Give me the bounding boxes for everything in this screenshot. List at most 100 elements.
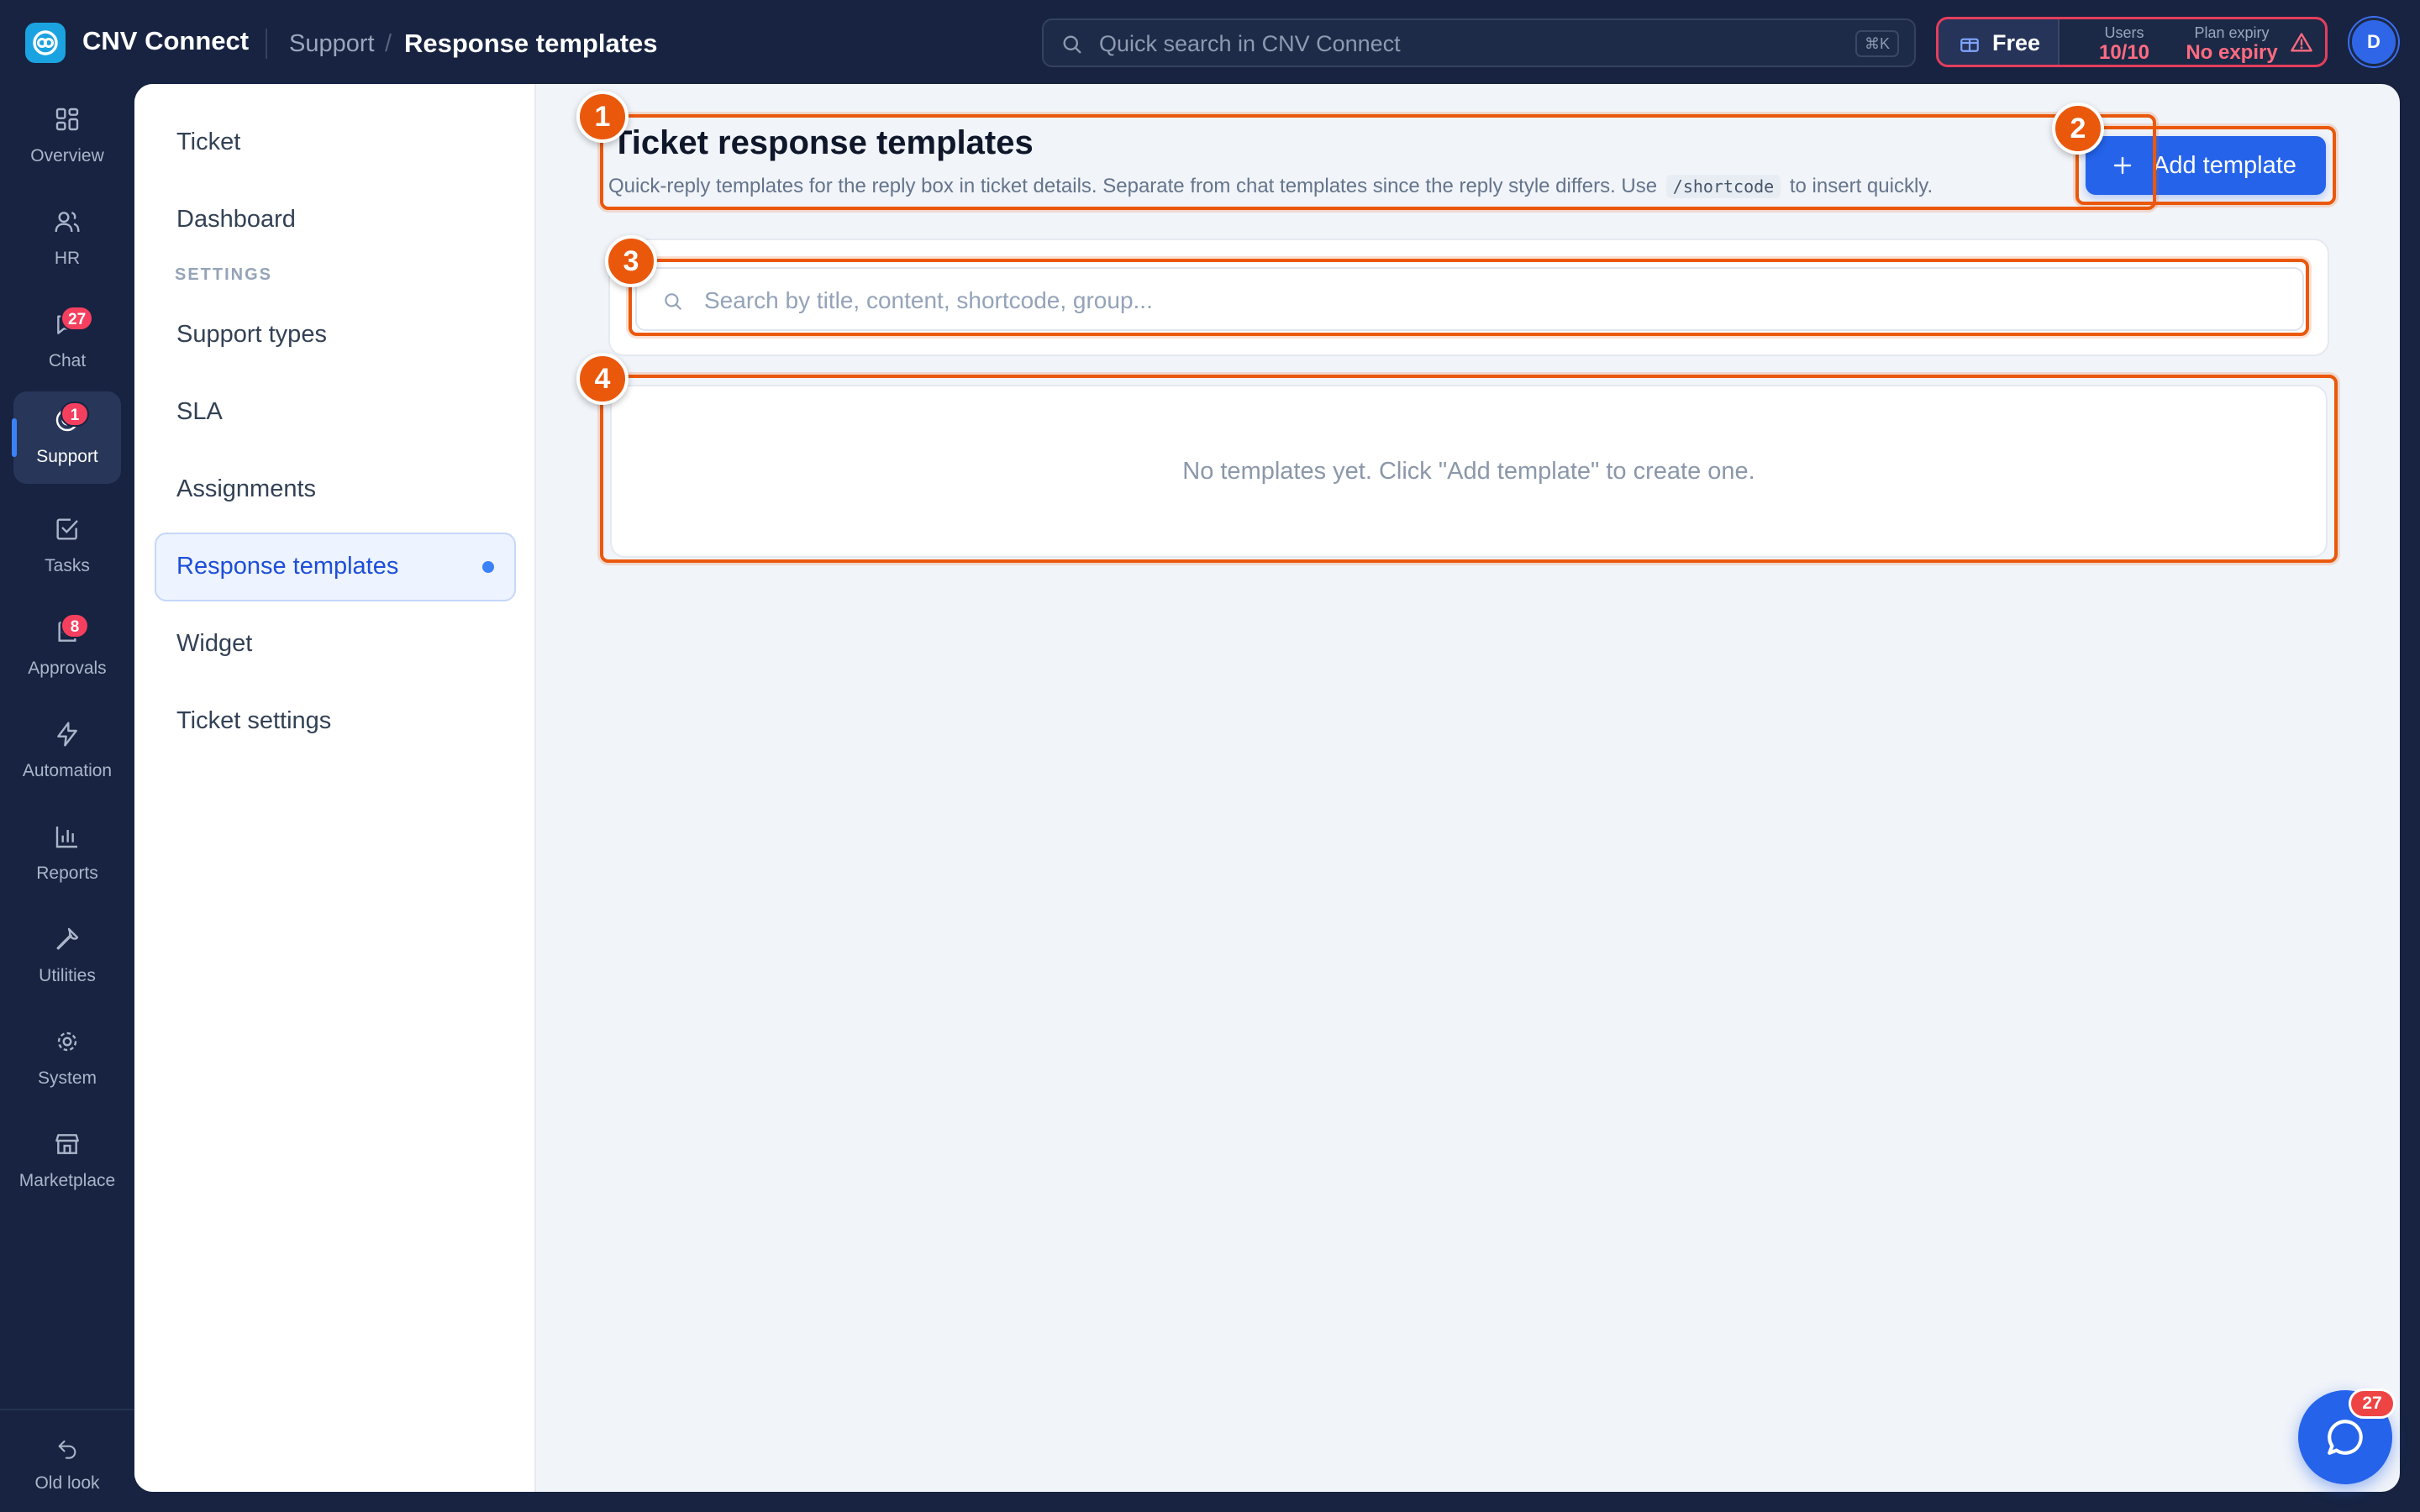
rail-label: Support: [36, 447, 98, 466]
global-search-input[interactable]: Quick search in CNV Connect ⌘K: [1042, 18, 1916, 67]
plan-divider: [2058, 19, 2060, 65]
support-badge: 1: [60, 402, 89, 427]
rail-label: Overview: [30, 146, 104, 165]
breadcrumb-current-page: Response templates: [404, 29, 658, 58]
rail-item-tasks[interactable]: Tasks: [13, 501, 121, 593]
logo-icon: [33, 30, 58, 55]
bar-chart-icon: [55, 827, 77, 848]
main-panel: Ticket Dashboard SETTINGS Support types …: [134, 84, 2400, 1492]
subnav-item-ticket-settings[interactable]: Ticket settings: [155, 687, 516, 756]
plan-expiry-value: No expiry: [2186, 41, 2278, 64]
description-text-end: to insert quickly.: [1789, 175, 1933, 197]
page-title: Ticket response templates: [612, 124, 1034, 161]
templates-empty-state: No templates yet. Click "Add template" t…: [610, 385, 2328, 558]
subnav-item-widget[interactable]: Widget: [155, 610, 516, 679]
rail-item-hr[interactable]: HR: [13, 193, 121, 286]
subnav-item-assignments[interactable]: Assignments: [155, 455, 516, 524]
wrench-icon: [56, 927, 79, 950]
add-template-button[interactable]: Add template: [2086, 136, 2326, 195]
plan-expiry-label: Plan expiry: [2194, 24, 2270, 41]
old-look-label: Old look: [34, 1473, 100, 1493]
rail-item-marketplace[interactable]: Marketplace: [13, 1116, 121, 1208]
breadcrumb-section[interactable]: Support: [289, 30, 375, 58]
search-icon: [665, 293, 681, 310]
subnav-item-sla[interactable]: SLA: [155, 378, 516, 447]
chat-unread-badge: 27: [60, 306, 94, 331]
rail-item-overview[interactable]: Overview: [13, 91, 121, 183]
annotation-marker-4: 4: [576, 353, 629, 405]
subnav-label: SLA: [176, 398, 223, 425]
subnav-label: Ticket: [176, 129, 241, 155]
rail-label: Chat: [48, 351, 87, 370]
rail-label: Approvals: [28, 659, 107, 678]
active-indicator-dot: [482, 561, 494, 573]
chat-launcher-badge: 27: [2349, 1389, 2396, 1419]
user-avatar[interactable]: D: [2349, 18, 2398, 66]
rail-item-support[interactable]: 1 Support: [12, 391, 121, 484]
support-subnav: Ticket Dashboard SETTINGS Support types …: [134, 84, 536, 1492]
rail-label: Automation: [22, 761, 113, 780]
subnav-label: Support types: [176, 321, 327, 348]
gift-icon: [1960, 38, 1979, 52]
subnav-item-dashboard[interactable]: Dashboard: [155, 186, 516, 255]
approvals-badge: 8: [60, 613, 89, 638]
lightning-icon: [57, 722, 77, 747]
old-look-button[interactable]: Old look: [13, 1425, 121, 1512]
plan-name: Free: [1992, 30, 2041, 55]
rail-item-automation[interactable]: Automation: [13, 706, 121, 798]
rail-label: System: [37, 1068, 97, 1088]
rail-item-reports[interactable]: Reports: [13, 808, 121, 900]
app-logo[interactable]: [25, 23, 66, 63]
users-icon: [55, 212, 80, 233]
shortcode-example: /shortcode: [1665, 175, 1781, 198]
rail-item-utilities[interactable]: Utilities: [13, 911, 121, 1003]
app-title: CNV Connect: [82, 26, 250, 55]
plan-badge[interactable]: Free: [1939, 19, 2058, 65]
template-search-input[interactable]: Search by title, content, shortcode, gro…: [635, 267, 2304, 331]
plus-icon: [2113, 156, 2132, 175]
undo-icon: [58, 1440, 76, 1459]
breadcrumb-separator: /: [385, 30, 392, 57]
search-icon: [1063, 35, 1081, 54]
subnav-item-support-types[interactable]: Support types: [155, 301, 516, 370]
chat-bubble-icon: [2328, 1420, 2363, 1455]
subnav-label: Dashboard: [176, 206, 296, 233]
description-text: Quick-reply templates for the reply box …: [608, 175, 1658, 197]
users-count: 10/10: [2098, 41, 2150, 64]
store-icon: [55, 1134, 79, 1154]
rail-item-system[interactable]: System: [13, 1013, 121, 1105]
subnav-label: Assignments: [176, 475, 317, 502]
top-bar: CNV Connect Support / Response templates…: [0, 0, 2420, 84]
topbar-divider: [266, 29, 267, 59]
rail-label: HR: [54, 249, 81, 268]
warning-icon: [2291, 33, 2312, 52]
grid-icon: [55, 108, 79, 131]
subnav-label: Widget: [176, 630, 253, 657]
primary-navigation: Overview HR 27 Chat 1 Support Tasks 8 Ap…: [0, 84, 134, 1512]
search-placeholder: Quick search in CNV Connect: [1099, 31, 1401, 56]
subnav-label: Response templates: [176, 553, 399, 580]
plan-status[interactable]: Free Users 10/10 Plan expiry No expiry: [1936, 17, 2328, 67]
add-template-label: Add template: [2153, 152, 2296, 179]
annotation-marker-3: 3: [605, 235, 657, 287]
empty-state-message: No templates yet. Click "Add template" t…: [1182, 458, 1755, 485]
rail-label: Tasks: [45, 556, 90, 575]
rail-divider: [0, 1409, 134, 1410]
page-description: Quick-reply templates for the reply box …: [608, 175, 1933, 198]
rail-label: Reports: [36, 864, 98, 883]
filter-card: Search by title, content, shortcode, gro…: [608, 239, 2329, 356]
rail-item-chat[interactable]: 27 Chat: [13, 296, 121, 388]
template-search-placeholder: Search by title, content, shortcode, gro…: [704, 287, 1153, 313]
rail-label: Utilities: [39, 966, 96, 985]
subnav-section-settings: SETTINGS: [175, 265, 273, 284]
subnav-item-response-templates[interactable]: Response templates: [155, 533, 516, 601]
gear-icon: [57, 1032, 77, 1052]
subnav-item-ticket[interactable]: Ticket: [155, 108, 516, 177]
rail-label: Marketplace: [18, 1171, 116, 1190]
search-shortcut-hint: ⌘K: [1854, 30, 1899, 57]
annotation-marker-2: 2: [2052, 102, 2104, 155]
rail-item-approvals[interactable]: 8 Approvals: [13, 603, 121, 696]
users-label: Users: [2104, 24, 2144, 41]
task-check-icon: [56, 518, 78, 540]
subnav-label: Ticket settings: [176, 707, 332, 734]
